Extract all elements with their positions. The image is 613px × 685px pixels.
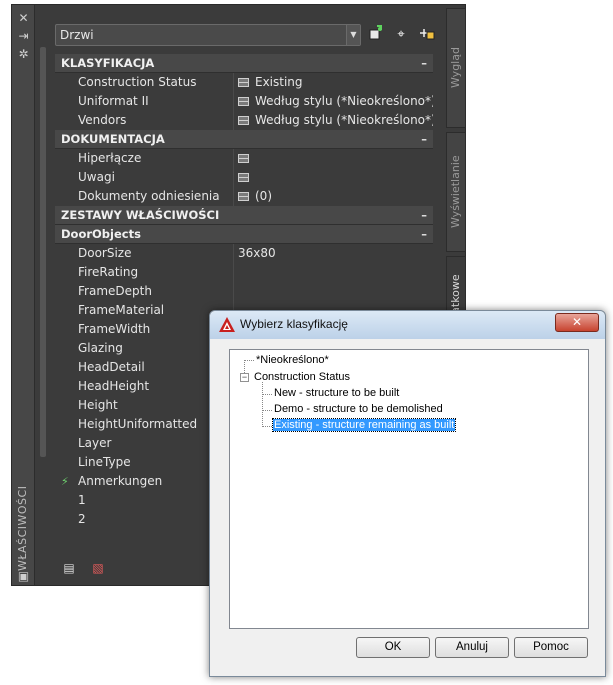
tree-node-construction-status[interactable]: Construction Status xyxy=(254,370,350,385)
collapse-icon[interactable]: − xyxy=(240,373,249,382)
category-klasyfikacja[interactable]: KLASYFIKACJA – xyxy=(55,54,433,73)
remove-property-set-icon[interactable]: ▧ xyxy=(89,561,107,575)
autocad-logo-icon xyxy=(219,317,235,332)
tree-connector xyxy=(244,360,254,361)
pick-add-icon[interactable] xyxy=(417,25,437,45)
category-dokumentacja[interactable]: DOKUMENTACJA – xyxy=(55,130,433,149)
ok-button[interactable]: OK xyxy=(356,637,430,658)
tree-node-demo[interactable]: Demo - structure to be demolished xyxy=(274,402,443,417)
add-property-set-icon[interactable]: ▤ xyxy=(60,561,78,575)
close-icon[interactable]: ✕ xyxy=(12,11,35,25)
property-name: Uniformat II xyxy=(78,92,234,111)
close-button[interactable]: ✕ xyxy=(555,313,599,332)
dialog-titlebar[interactable]: Wybierz klasyfikację ✕ xyxy=(210,311,605,339)
palette-title-strip: ✕ ⇥ ✲ WŁAŚCIWOŚCI ▣ xyxy=(12,5,35,585)
help-button[interactable]: Pomoc xyxy=(514,637,588,658)
tree-connector xyxy=(262,382,263,427)
property-value: Według stylu (*Nieokreślono*) xyxy=(255,94,433,108)
property-value: Existing xyxy=(255,75,303,89)
close-icon: ✕ xyxy=(571,315,583,329)
tab-label: Wyświetlanie xyxy=(449,155,462,229)
tree-node-label: *Nieokreślono* xyxy=(256,354,329,366)
property-value: 36x80 xyxy=(238,246,276,260)
category-label: KLASYFIKACJA xyxy=(61,56,155,70)
property-name: Vendors xyxy=(78,111,234,130)
palette-title: WŁAŚCIWOŚCI xyxy=(16,485,29,571)
category-label: ZESTAWY WŁAŚCIWOŚCI xyxy=(61,208,220,222)
collapse-icon[interactable]: – xyxy=(421,54,427,73)
property-row[interactable]: Uniformat II Według stylu (*Nieokreślono… xyxy=(55,92,433,111)
tree-node-label: Demo - structure to be demolished xyxy=(274,403,443,415)
tab-wyglad[interactable]: Wygląd xyxy=(446,8,466,128)
property-name: Construction Status xyxy=(78,73,234,92)
table-icon[interactable] xyxy=(238,173,249,182)
category-doorobjects[interactable]: DoorObjects – xyxy=(55,225,433,244)
property-row[interactable]: Hiperłącze xyxy=(55,149,433,168)
tree-connector xyxy=(262,394,272,395)
tab-label: Wygląd xyxy=(449,47,462,89)
palette-menu-icon[interactable]: ▣ xyxy=(12,569,35,583)
settings-icon[interactable]: ✲ xyxy=(12,47,35,61)
palette-bottom-toolbar: ▤ ▧ xyxy=(60,557,113,576)
property-name: Hiperłącze xyxy=(78,149,234,168)
tree-connector xyxy=(262,426,272,427)
tree-node-existing[interactable]: Existing - structure remaining as built xyxy=(271,418,457,433)
collapse-icon[interactable]: – xyxy=(421,130,427,149)
select-classification-dialog: Wybierz klasyfikację ✕ *Nieokreślono* − … xyxy=(209,310,606,677)
tree-node-label-selected: Existing - structure remaining as built xyxy=(271,418,457,432)
property-value: (0) xyxy=(255,189,272,203)
palette-scrollbar[interactable] xyxy=(40,47,46,457)
property-name: FireRating xyxy=(78,263,234,282)
pin-icon[interactable]: ⇥ xyxy=(12,29,35,43)
property-value: Według stylu (*Nieokreślono*) xyxy=(255,113,433,127)
property-name: Uwagi xyxy=(78,168,234,187)
property-name: FrameDepth xyxy=(78,282,234,301)
tree-node-label: Construction Status xyxy=(254,371,350,383)
object-type-value: Drzwi xyxy=(60,28,94,42)
tree-node-new[interactable]: New - structure to be built xyxy=(274,386,399,401)
chevron-down-icon[interactable]: ▼ xyxy=(346,25,360,45)
classification-tree[interactable]: *Nieokreślono* − Construction Status New… xyxy=(229,349,589,629)
property-row[interactable]: FrameDepth xyxy=(55,282,433,301)
quick-select-icon[interactable] xyxy=(366,25,386,45)
object-type-select[interactable]: Drzwi ▼ xyxy=(55,24,361,46)
tree-node-label: New - structure to be built xyxy=(274,387,400,399)
property-row[interactable]: Dokumenty odniesienia (0) xyxy=(55,187,433,206)
collapse-icon[interactable]: – xyxy=(421,225,427,244)
select-objects-icon[interactable]: ⌖ xyxy=(391,25,411,45)
dialog-title: Wybierz klasyfikację xyxy=(240,317,348,331)
category-zestawy[interactable]: ZESTAWY WŁAŚCIWOŚCI – xyxy=(55,206,433,225)
tree-connector xyxy=(262,410,272,411)
lightning-icon: ⚡ xyxy=(61,475,69,488)
table-icon xyxy=(238,116,249,125)
table-icon xyxy=(238,78,249,87)
property-name: Dokumenty odniesienia xyxy=(78,187,234,206)
property-row[interactable]: DoorSize 36x80 xyxy=(55,244,433,263)
category-label: DOKUMENTACJA xyxy=(61,132,165,146)
table-icon[interactable] xyxy=(238,192,249,201)
tab-wyswietlanie[interactable]: Wyświetlanie xyxy=(446,132,466,252)
tree-node-unspecified[interactable]: *Nieokreślono* xyxy=(256,353,329,368)
table-icon[interactable] xyxy=(238,154,249,163)
table-icon xyxy=(238,97,249,106)
property-row[interactable]: Uwagi xyxy=(55,168,433,187)
property-row[interactable]: Construction Status Existing xyxy=(55,73,433,92)
cancel-button[interactable]: Anuluj xyxy=(435,637,509,658)
property-name: DoorSize xyxy=(78,244,234,263)
property-row[interactable]: Vendors Według stylu (*Nieokreślono*) xyxy=(55,111,433,130)
property-row[interactable]: FireRating xyxy=(55,263,433,282)
collapse-icon[interactable]: – xyxy=(421,206,427,225)
category-label: DoorObjects xyxy=(61,227,141,241)
